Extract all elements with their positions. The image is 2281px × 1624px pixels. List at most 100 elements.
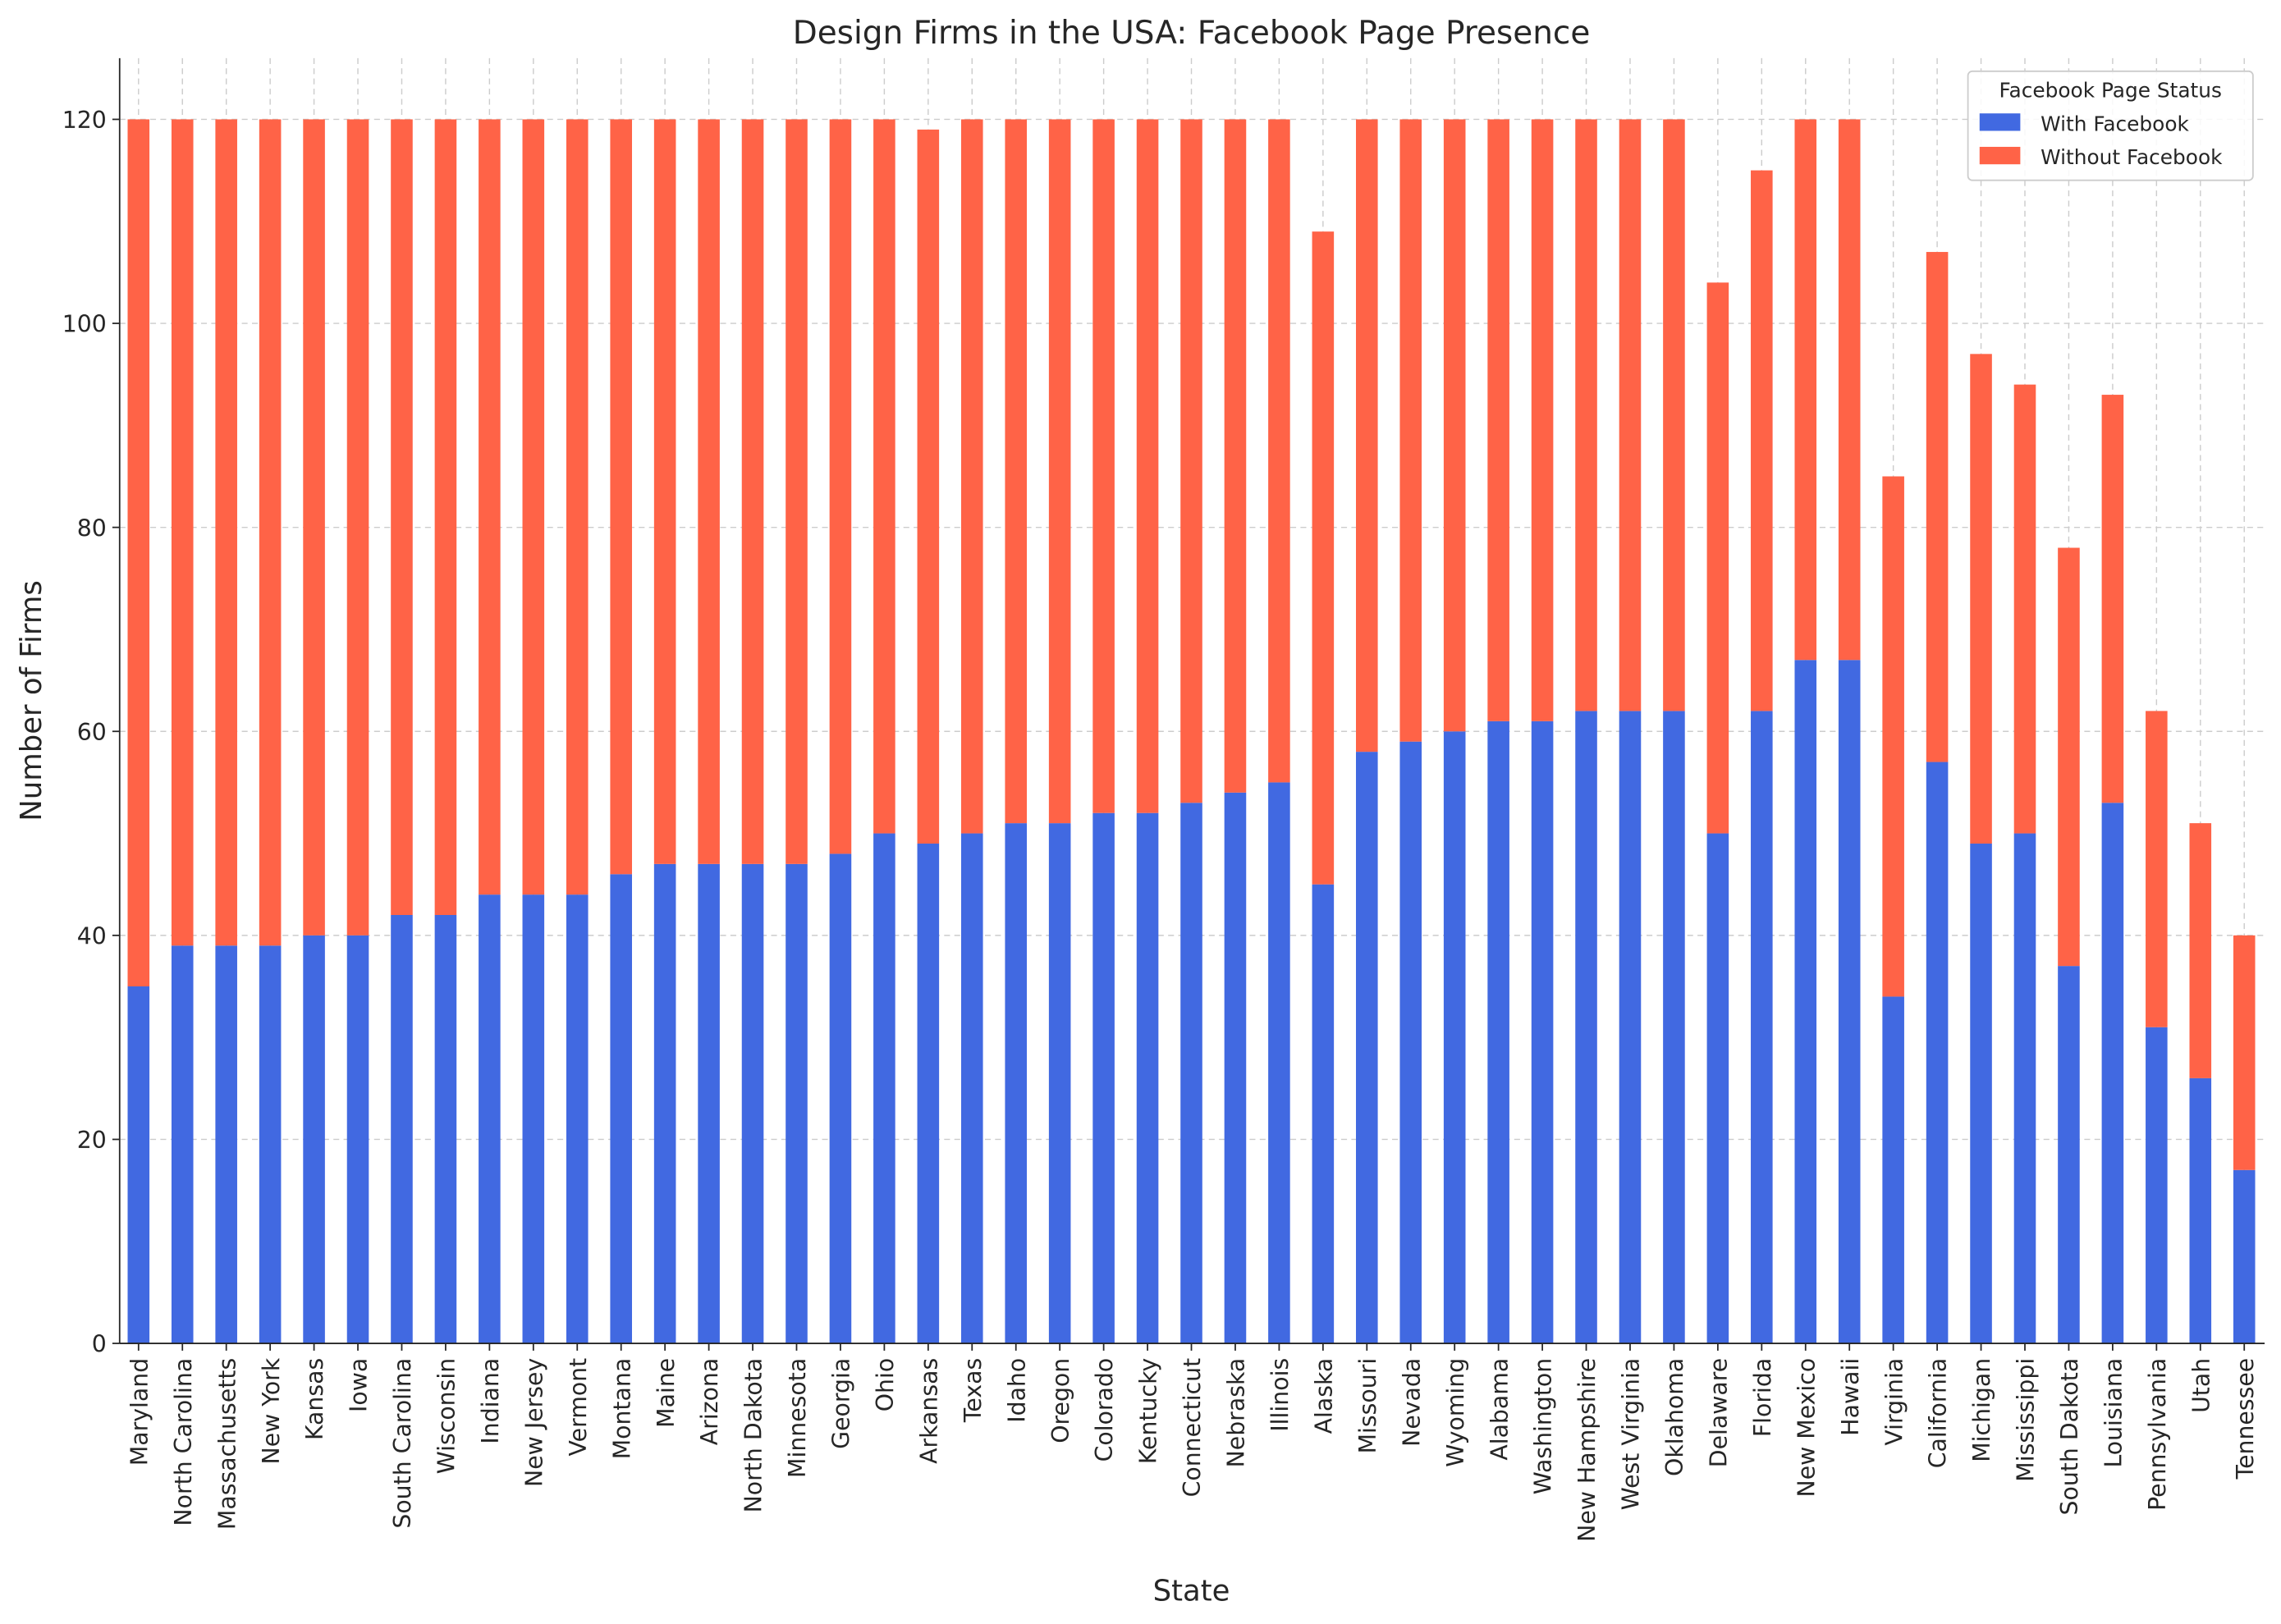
x-tick-label: Virginia — [1880, 1358, 1908, 1446]
bar-with-facebook — [1751, 711, 1773, 1344]
bar-with-facebook — [1443, 731, 1466, 1344]
bar-with-facebook — [1224, 792, 1247, 1344]
x-tick-label: Georgia — [828, 1358, 855, 1449]
y-tick-label: 100 — [62, 311, 107, 338]
bar-with-facebook — [1312, 884, 1335, 1344]
x-tick-label: Hawaii — [1837, 1358, 1864, 1436]
bar-with-facebook — [391, 914, 413, 1344]
x-tick-label: Nevada — [1398, 1358, 1425, 1447]
legend: Facebook Page Status With Facebook Witho… — [1967, 70, 2254, 181]
x-tick-label: Maine — [653, 1358, 680, 1428]
bar-without-facebook — [1048, 119, 1071, 824]
bar-with-facebook — [610, 874, 632, 1344]
bar-with-facebook — [786, 863, 808, 1344]
bar-without-facebook — [127, 119, 150, 987]
legend-label-without-facebook: Without Facebook — [2041, 145, 2223, 169]
bar-with-facebook — [1926, 762, 1949, 1344]
bar-without-facebook — [171, 119, 194, 946]
bar-with-facebook — [346, 935, 369, 1344]
bar-without-facebook — [1092, 119, 1115, 813]
x-tick-label: Louisiana — [2100, 1358, 2128, 1468]
bar-without-facebook — [1136, 119, 1159, 813]
bar-with-facebook — [2058, 966, 2080, 1344]
x-tick-label: Connecticut — [1179, 1358, 1206, 1498]
bar-with-facebook — [1882, 996, 1904, 1344]
x-tick-label: Washington — [1530, 1358, 1557, 1494]
x-tick-label: West Virginia — [1618, 1358, 1645, 1510]
x-tick-label: Arkansas — [915, 1358, 942, 1464]
bar-without-facebook — [1970, 354, 1992, 844]
bar-with-facebook — [653, 863, 676, 1344]
bar-without-facebook — [391, 119, 413, 915]
x-axis-label: State — [1153, 1575, 1230, 1608]
bar-without-facebook — [1751, 170, 1773, 711]
x-tick-label: Mississippi — [2013, 1358, 2040, 1482]
bar-without-facebook — [1838, 119, 1861, 661]
bar-without-facebook — [1794, 119, 1817, 661]
x-tick-label: South Carolina — [389, 1358, 416, 1529]
bar-with-facebook — [1794, 660, 1817, 1344]
bar-without-facebook — [1487, 119, 1509, 721]
bar-without-facebook — [1224, 119, 1247, 793]
x-tick-label: California — [1925, 1358, 1952, 1469]
bar-without-facebook — [653, 119, 676, 864]
bar-without-facebook — [786, 119, 808, 864]
y-tick-label: 60 — [77, 719, 107, 746]
bar-without-facebook — [1268, 119, 1290, 783]
bar-with-facebook — [1048, 823, 1071, 1344]
y-axis-label: Number of Firms — [15, 580, 48, 821]
x-tick-label: Idaho — [1003, 1358, 1030, 1423]
bar-with-facebook — [171, 945, 194, 1344]
bar-with-facebook — [917, 843, 940, 1344]
x-tick-label: New Hampshire — [1573, 1358, 1601, 1542]
x-tick-label: New York — [258, 1357, 285, 1464]
bar-with-facebook — [1180, 803, 1202, 1344]
bar-without-facebook — [2101, 395, 2124, 803]
bar-without-facebook — [1926, 252, 1949, 762]
bar-without-facebook — [479, 119, 501, 895]
bar-without-facebook — [1312, 231, 1335, 885]
y-tick-label: 0 — [92, 1331, 107, 1358]
bar-with-facebook — [741, 863, 764, 1344]
y-tick-label: 40 — [77, 922, 107, 949]
bar-with-facebook — [960, 833, 983, 1344]
bar-with-facebook — [2189, 1077, 2212, 1344]
bar-with-facebook — [303, 935, 325, 1344]
bar-without-facebook — [303, 119, 325, 936]
bar-without-facebook — [1399, 119, 1422, 742]
bar-with-facebook — [1619, 711, 1642, 1344]
bar-without-facebook — [698, 119, 720, 864]
bar-without-facebook — [522, 119, 545, 895]
x-tick-label: Wisconsin — [433, 1358, 460, 1474]
legend-swatch-without-facebook — [1979, 146, 2021, 165]
bar-without-facebook — [917, 129, 940, 844]
y-tick-label: 80 — [77, 515, 107, 542]
x-tick-label: New Jersey — [520, 1358, 547, 1487]
bar-with-facebook — [2146, 1027, 2168, 1344]
chart-title: Design Firms in the USA: Facebook Page P… — [793, 15, 1591, 52]
bar-without-facebook — [1180, 119, 1202, 803]
x-tick-label: Montana — [608, 1358, 635, 1460]
bar-without-facebook — [2058, 547, 2080, 967]
x-tick-label: Maryland — [126, 1358, 153, 1466]
bar-without-facebook — [1443, 119, 1466, 732]
bar-with-facebook — [1092, 812, 1115, 1344]
bar-without-facebook — [960, 119, 983, 834]
bar-without-facebook — [1706, 282, 1729, 834]
bar-without-facebook — [346, 119, 369, 936]
bar-with-facebook — [1356, 752, 1378, 1344]
x-tick-label: Oregon — [1047, 1358, 1074, 1443]
legend-swatch-with-facebook — [1979, 113, 2021, 131]
x-tick-label: Wyoming — [1442, 1358, 1469, 1467]
x-tick-label: Delaware — [1705, 1358, 1732, 1467]
y-tick-label: 20 — [77, 1127, 107, 1154]
bar-with-facebook — [698, 863, 720, 1344]
x-tick-label: Kansas — [301, 1358, 328, 1440]
bars — [127, 119, 2256, 1344]
x-tick-label: Ohio — [872, 1358, 899, 1411]
x-tick-label: Alabama — [1486, 1358, 1513, 1461]
x-tick-label: Indiana — [477, 1358, 504, 1444]
legend-title: Facebook Page Status — [1999, 79, 2222, 103]
x-tick-label: Alaska — [1310, 1358, 1337, 1434]
stacked-bar-chart: Design Firms in the USA: Facebook Page P… — [15, 15, 2265, 1608]
